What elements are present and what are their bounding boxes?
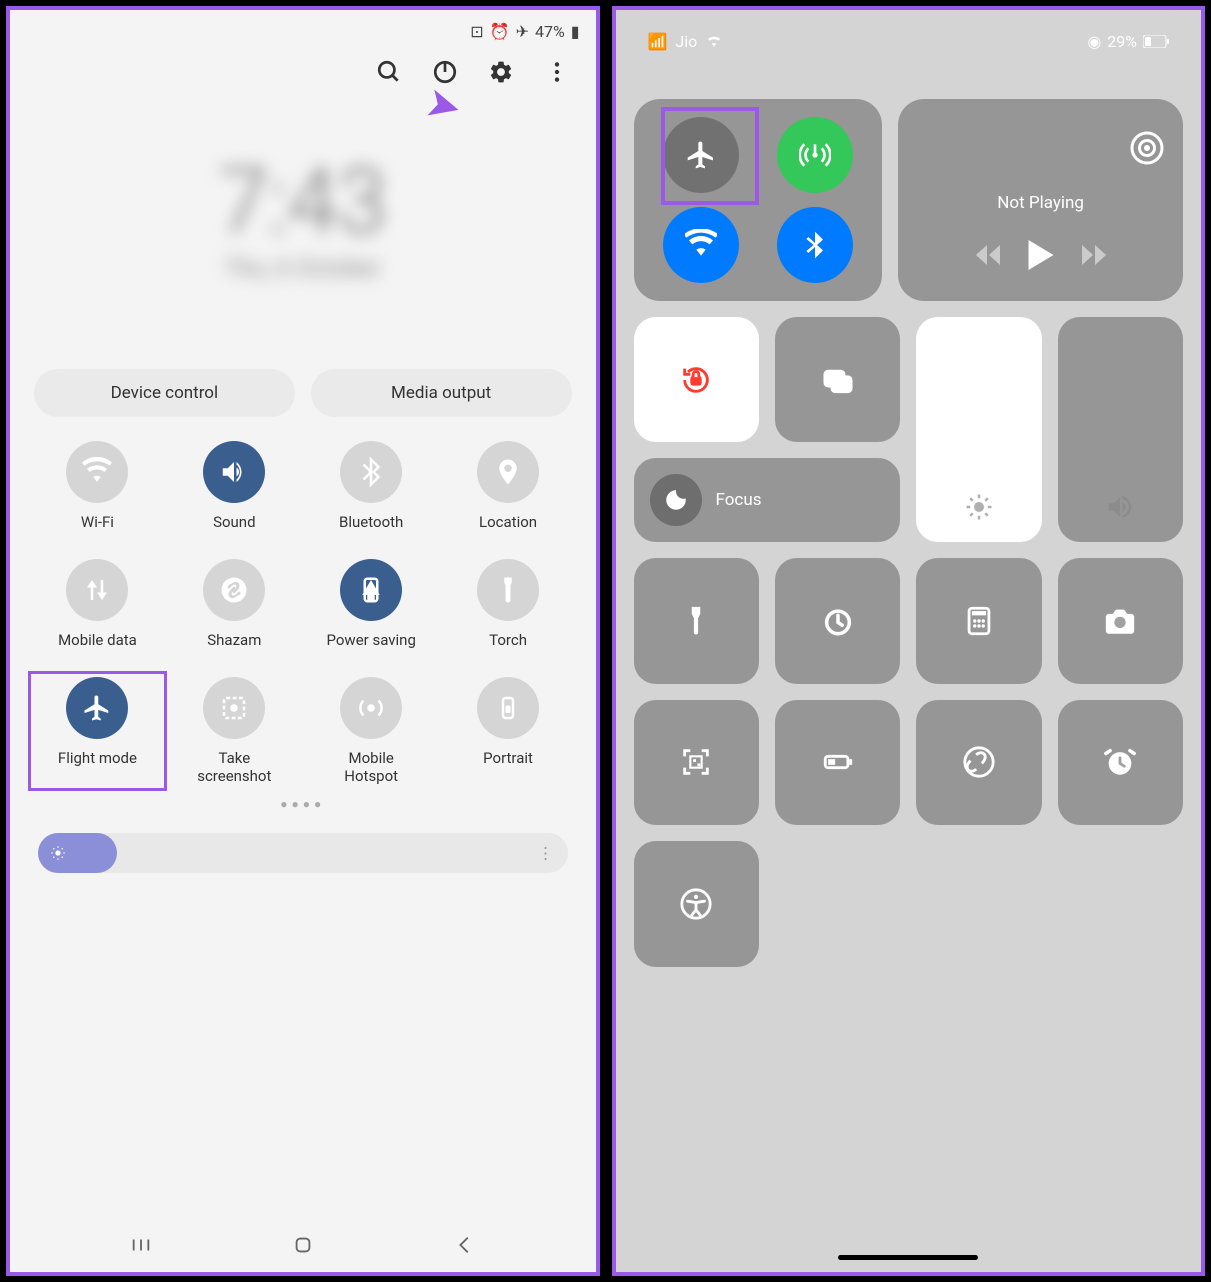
- wifi-icon: [66, 441, 128, 503]
- shazam-icon: [203, 559, 265, 621]
- qs-tile-label: Portrait: [483, 749, 533, 767]
- qs-tile-sound[interactable]: Sound: [171, 441, 298, 531]
- rewind-icon[interactable]: [976, 245, 1000, 265]
- power-saving-icon: [340, 559, 402, 621]
- home-indicator[interactable]: [838, 1255, 978, 1260]
- android-qs-actions: [10, 45, 596, 99]
- flashlight-tile[interactable]: [634, 558, 759, 683]
- ios-phone: 📶 Jio ◉ 29% Not: [606, 0, 1211, 1282]
- calculator-icon: [962, 604, 996, 638]
- lockscreen-blur: 7:43 Thu, 6 October: [10, 149, 596, 329]
- more-icon[interactable]: [544, 59, 570, 85]
- camera-icon: [1103, 604, 1137, 638]
- screenshot-icon: [203, 677, 265, 739]
- qs-tile-label: Location: [479, 513, 537, 531]
- timer-icon: [821, 604, 855, 638]
- volume-slider[interactable]: [1058, 317, 1183, 542]
- focus-toggle[interactable]: Focus: [634, 458, 901, 542]
- wifi-toggle[interactable]: [663, 207, 739, 283]
- low-power-icon: [821, 745, 855, 779]
- signal-icon: 📶: [648, 32, 668, 51]
- device-control-pill[interactable]: Device control: [34, 369, 295, 417]
- qs-tile-label: Take screenshot: [189, 749, 279, 785]
- orientation-lock-toggle[interactable]: [634, 317, 759, 442]
- airplane-toggle[interactable]: [663, 117, 739, 193]
- shazam-tile[interactable]: [916, 700, 1041, 825]
- qs-tile-bluetooth[interactable]: Bluetooth: [308, 441, 435, 531]
- portrait-icon: [477, 677, 539, 739]
- cellular-toggle[interactable]: [777, 117, 853, 193]
- qs-tile-label: Sound: [213, 513, 255, 531]
- bluetooth-icon: [340, 441, 402, 503]
- airplay-icon[interactable]: [1129, 130, 1165, 166]
- qr-scan-tile[interactable]: [634, 700, 759, 825]
- qs-tile-power-saving[interactable]: Power saving: [308, 559, 435, 649]
- accessibility-tile[interactable]: [634, 841, 759, 966]
- qs-tile-hotspot[interactable]: Mobile Hotspot: [308, 677, 435, 785]
- qs-tile-location[interactable]: Location: [445, 441, 572, 531]
- qs-tile-label: Shazam: [207, 631, 261, 649]
- brightness-slider[interactable]: [916, 317, 1041, 542]
- forward-icon[interactable]: [1082, 245, 1106, 265]
- qs-tile-shazam[interactable]: Shazam: [171, 559, 298, 649]
- home-nav-icon[interactable]: [292, 1234, 314, 1256]
- back-nav-icon[interactable]: [454, 1234, 476, 1256]
- carrier-label: Jio: [675, 32, 697, 51]
- mobile-data-icon: [66, 559, 128, 621]
- sound-icon: [203, 441, 265, 503]
- wifi-status-icon: [705, 32, 723, 51]
- qs-tile-label: Wi-Fi: [81, 513, 114, 531]
- search-icon[interactable]: [376, 59, 402, 85]
- slider-menu-icon[interactable]: ⋮: [538, 844, 554, 863]
- media-output-pill[interactable]: Media output: [311, 369, 572, 417]
- status-misc-icon: ⊡: [470, 22, 483, 41]
- qs-tile-label: Mobile data: [58, 631, 137, 649]
- ios-status-bar: 📶 Jio ◉ 29%: [634, 10, 1184, 59]
- torch-icon: [477, 559, 539, 621]
- battery-icon: ▮: [571, 22, 580, 41]
- recents-nav-icon[interactable]: [130, 1234, 152, 1256]
- qs-tile-torch[interactable]: Torch: [445, 559, 572, 649]
- battery-text: 29%: [1107, 32, 1137, 51]
- low-power-tile[interactable]: [775, 700, 900, 825]
- media-panel[interactable]: Not Playing: [898, 99, 1183, 301]
- alarm-tile[interactable]: [1058, 700, 1183, 825]
- alarm-icon: [1103, 745, 1137, 779]
- qs-tile-wifi[interactable]: Wi-Fi: [34, 441, 161, 531]
- qs-tile-label: Mobile Hotspot: [326, 749, 416, 785]
- qs-tile-mobile-data[interactable]: Mobile data: [34, 559, 161, 649]
- qs-tile-screenshot[interactable]: Take screenshot: [171, 677, 298, 785]
- qs-tile-label: Torch: [489, 631, 527, 649]
- android-phone: ➤ ⊡ ⏰ ✈ 47% ▮ 7:43 Thu, 6 October Device…: [0, 0, 606, 1282]
- qs-tile-label: Bluetooth: [339, 513, 403, 531]
- hotspot-icon: [340, 677, 402, 739]
- calculator-tile[interactable]: [916, 558, 1041, 683]
- qr-scan-icon: [679, 745, 713, 779]
- media-title: Not Playing: [997, 193, 1084, 213]
- qs-tile-portrait[interactable]: Portrait: [445, 677, 572, 785]
- camera-tile[interactable]: [1058, 558, 1183, 683]
- bluetooth-toggle[interactable]: [777, 207, 853, 283]
- location-icon: [477, 441, 539, 503]
- battery-text: 47%: [535, 22, 565, 41]
- location-status-icon: ◉: [1087, 32, 1101, 51]
- battery-icon: [1143, 35, 1169, 48]
- play-icon[interactable]: [1028, 240, 1054, 270]
- connectivity-panel[interactable]: [634, 99, 883, 301]
- airplane-status-icon: ✈: [516, 22, 529, 41]
- focus-label: Focus: [716, 490, 762, 510]
- screen-mirroring-toggle[interactable]: [775, 317, 900, 442]
- qs-tile-flight-mode[interactable]: Flight mode: [34, 677, 161, 785]
- shazam-icon: [962, 745, 996, 779]
- qs-tile-label: Power saving: [327, 631, 416, 649]
- android-status-bar: ⊡ ⏰ ✈ 47% ▮: [10, 10, 596, 45]
- brightness-slider[interactable]: ⋮: [38, 833, 568, 873]
- alarm-icon: ⏰: [490, 22, 510, 41]
- flashlight-icon: [679, 604, 713, 638]
- timer-tile[interactable]: [775, 558, 900, 683]
- settings-gear-icon[interactable]: [488, 59, 514, 85]
- accessibility-icon: [679, 887, 713, 921]
